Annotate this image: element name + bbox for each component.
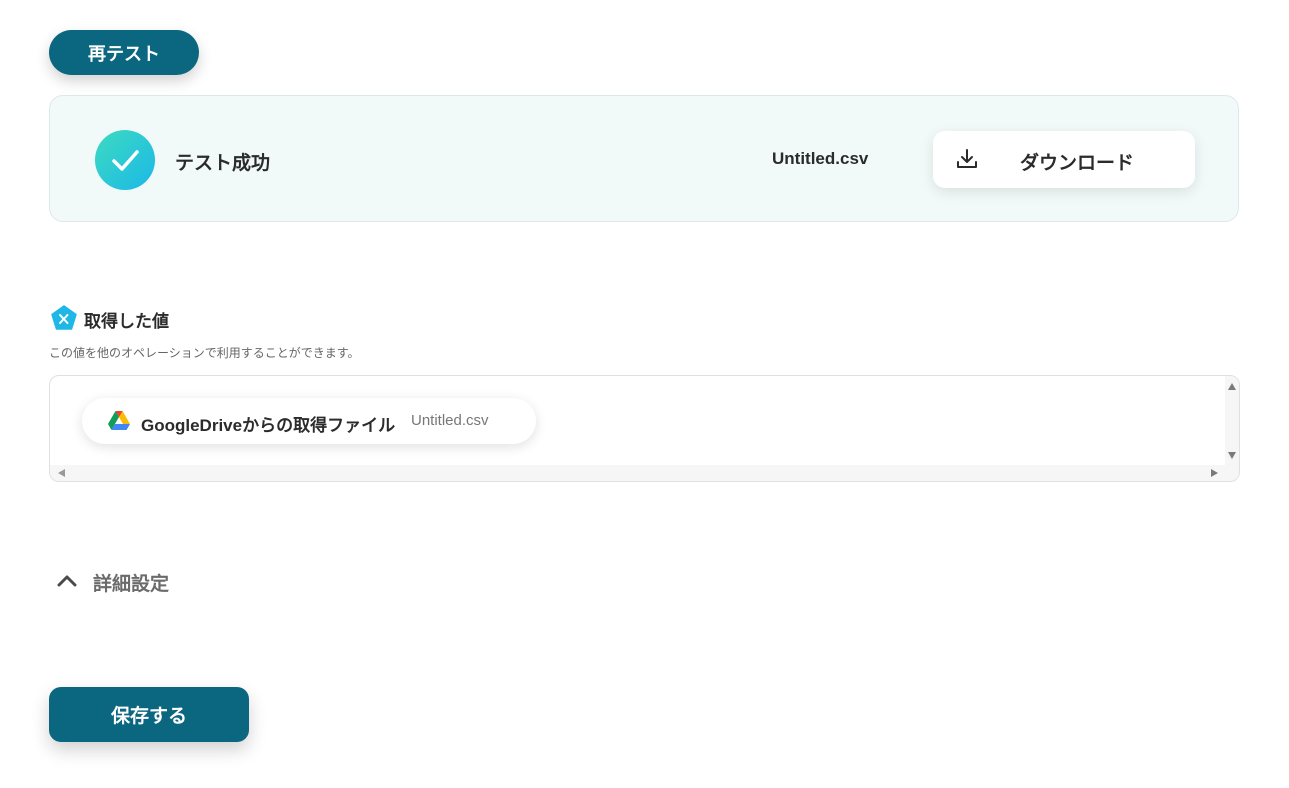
download-button[interactable]: ダウンロード (933, 131, 1195, 188)
page: 再テスト テスト成功 Untitled.csv ダウンロード 取得した値 この値… (0, 0, 1289, 788)
retrieved-values-box: GoogleDriveからの取得ファイル Untitled.csv (49, 375, 1240, 482)
retest-button[interactable]: 再テスト (49, 30, 199, 75)
variable-icon (51, 305, 77, 330)
check-icon (112, 150, 139, 171)
vertical-scrollbar[interactable] (1225, 376, 1239, 466)
value-chip-label: GoogleDriveからの取得ファイル (141, 416, 396, 435)
section-title: 取得した値 (84, 312, 169, 331)
horizontal-scrollbar[interactable] (50, 465, 1239, 481)
scroll-left-arrow[interactable] (58, 469, 65, 477)
test-result-card: テスト成功 Untitled.csv ダウンロード (49, 95, 1239, 222)
scroll-up-arrow[interactable] (1228, 383, 1236, 390)
advanced-settings-label: 詳細設定 (93, 574, 170, 595)
value-chip[interactable]: GoogleDriveからの取得ファイル Untitled.csv (82, 398, 536, 444)
value-chip-value: Untitled.csv (411, 412, 489, 429)
test-status-text: テスト成功 (175, 153, 271, 174)
result-filename: Untitled.csv (772, 149, 869, 168)
success-badge (95, 130, 155, 190)
save-button[interactable]: 保存する (49, 687, 249, 742)
scroll-down-arrow[interactable] (1228, 452, 1236, 459)
chevron-up-icon (57, 575, 77, 587)
section-description: この値を他のオペレーションで利用することができます。 (49, 346, 360, 360)
scroll-right-arrow[interactable] (1211, 469, 1218, 477)
download-label: ダウンロード (1020, 153, 1135, 174)
google-drive-icon (108, 411, 130, 430)
download-icon (957, 149, 977, 168)
